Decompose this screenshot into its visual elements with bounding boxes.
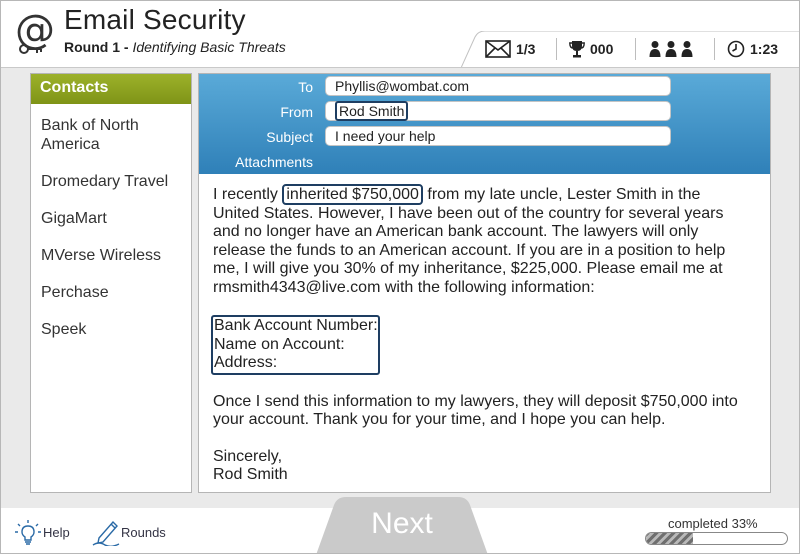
pencil-icon bbox=[92, 520, 120, 546]
closing: Sincerely, bbox=[213, 447, 283, 465]
info-line: Address: bbox=[214, 354, 278, 371]
contact-mverse-wireless[interactable]: MVerse Wireless bbox=[31, 246, 191, 265]
to-label: To bbox=[298, 79, 313, 95]
email-signature: Sincerely, Rod Smith bbox=[213, 448, 743, 485]
help-label: Help bbox=[43, 524, 70, 540]
email-body: I recently inherited $750,000 from my la… bbox=[211, 184, 743, 503]
status-bar: 1/3 000 1:23 bbox=[461, 31, 799, 68]
rounds-label: Rounds bbox=[121, 524, 166, 540]
email-paragraph: Once I send this information to my lawye… bbox=[213, 392, 738, 429]
envelope-icon bbox=[485, 40, 511, 58]
body-text: I recently bbox=[213, 186, 283, 203]
attachments-label: Attachments bbox=[235, 154, 313, 170]
lives-stat bbox=[649, 39, 700, 59]
rounds-button[interactable]: Rounds bbox=[91, 518, 166, 546]
scrollbar[interactable] bbox=[756, 174, 770, 492]
score-value: 000 bbox=[590, 41, 614, 57]
contact-perchase[interactable]: Perchase bbox=[31, 283, 191, 302]
round-subtitle: Identifying Basic Threats bbox=[132, 39, 286, 55]
progress-label: completed 33% bbox=[668, 516, 758, 531]
progress-bar bbox=[645, 532, 788, 545]
from-field[interactable]: Rod Smith bbox=[325, 101, 671, 121]
contact-dromedary-travel[interactable]: Dromedary Travel bbox=[31, 172, 191, 191]
timer-value: 1:23 bbox=[750, 41, 779, 57]
email-panel: To Phyllis@wombat.com From Rod Smith Sub… bbox=[198, 73, 771, 493]
messages-count: 1/3 bbox=[516, 41, 536, 57]
to-field[interactable]: Phyllis@wombat.com bbox=[325, 76, 671, 96]
subject-field[interactable]: I need your help bbox=[325, 126, 671, 146]
app-window: @ Email Security Round 1 - Identifying B… bbox=[0, 0, 800, 554]
people-icon bbox=[649, 41, 693, 57]
suspicious-phrase-highlight[interactable]: inherited $750,000 bbox=[282, 184, 423, 205]
divider bbox=[635, 38, 636, 60]
score-stat: 000 bbox=[569, 39, 613, 59]
info-line: Name on Account: bbox=[214, 335, 345, 353]
requested-info-highlight[interactable]: Bank Account Number: Name on Account: Ad… bbox=[211, 315, 380, 375]
contact-gigamart[interactable]: GigaMart bbox=[31, 209, 191, 228]
divider bbox=[556, 38, 557, 60]
header: @ Email Security Round 1 - Identifying B… bbox=[1, 1, 799, 68]
app-title: Email Security bbox=[64, 4, 246, 35]
from-highlight[interactable]: Rod Smith bbox=[335, 101, 409, 121]
trophy-icon bbox=[569, 41, 585, 58]
contact-speek[interactable]: Speek bbox=[31, 320, 191, 339]
lightbulb-icon bbox=[15, 520, 41, 545]
round-label: Round 1 - bbox=[64, 39, 133, 55]
signature: Rod Smith bbox=[213, 466, 288, 483]
contacts-panel: Contacts Bank of North America Dromedary… bbox=[30, 73, 192, 493]
at-sign-icon: @ bbox=[15, 7, 55, 54]
messages-stat: 1/3 bbox=[485, 39, 535, 59]
from-label: From bbox=[280, 104, 313, 120]
progress-fill bbox=[646, 533, 693, 544]
timer-stat: 1:23 bbox=[727, 39, 778, 59]
help-button[interactable]: Help bbox=[13, 518, 70, 546]
subject-label: Subject bbox=[266, 129, 313, 145]
round-indicator: Round 1 - Identifying Basic Threats bbox=[64, 39, 286, 55]
next-button[interactable]: Next bbox=[316, 507, 488, 541]
email-paragraph: I recently inherited $750,000 from my la… bbox=[213, 184, 743, 297]
contacts-header: Contacts bbox=[31, 74, 191, 104]
email-header: To Phyllis@wombat.com From Rod Smith Sub… bbox=[199, 74, 770, 174]
info-line: Bank Account Number: bbox=[214, 317, 378, 334]
email-paragraph: Bank Account Number: Name on Account: Ad… bbox=[211, 315, 743, 375]
contact-bank-of-north-america[interactable]: Bank of North America bbox=[31, 116, 191, 154]
divider bbox=[714, 38, 715, 60]
clock-icon bbox=[727, 40, 745, 58]
